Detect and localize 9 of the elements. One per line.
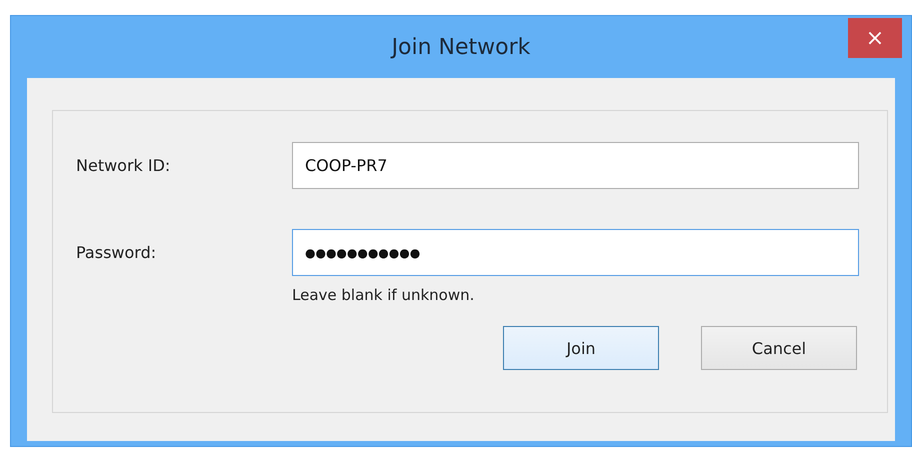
input-field[interactable]: COOP-PR7 [292,142,859,189]
hint-text: Leave blank if unknown. [292,286,476,304]
field-label: Password: [76,243,158,262]
input-field[interactable]: ●●●●●●●●●●● [292,229,859,276]
join-button[interactable]: Join [503,326,659,370]
close-button[interactable]: × [848,18,902,58]
field-label: Network ID: [76,156,172,175]
window-title: Join Network [392,34,530,60]
cancel-button[interactable]: Cancel [701,326,857,370]
